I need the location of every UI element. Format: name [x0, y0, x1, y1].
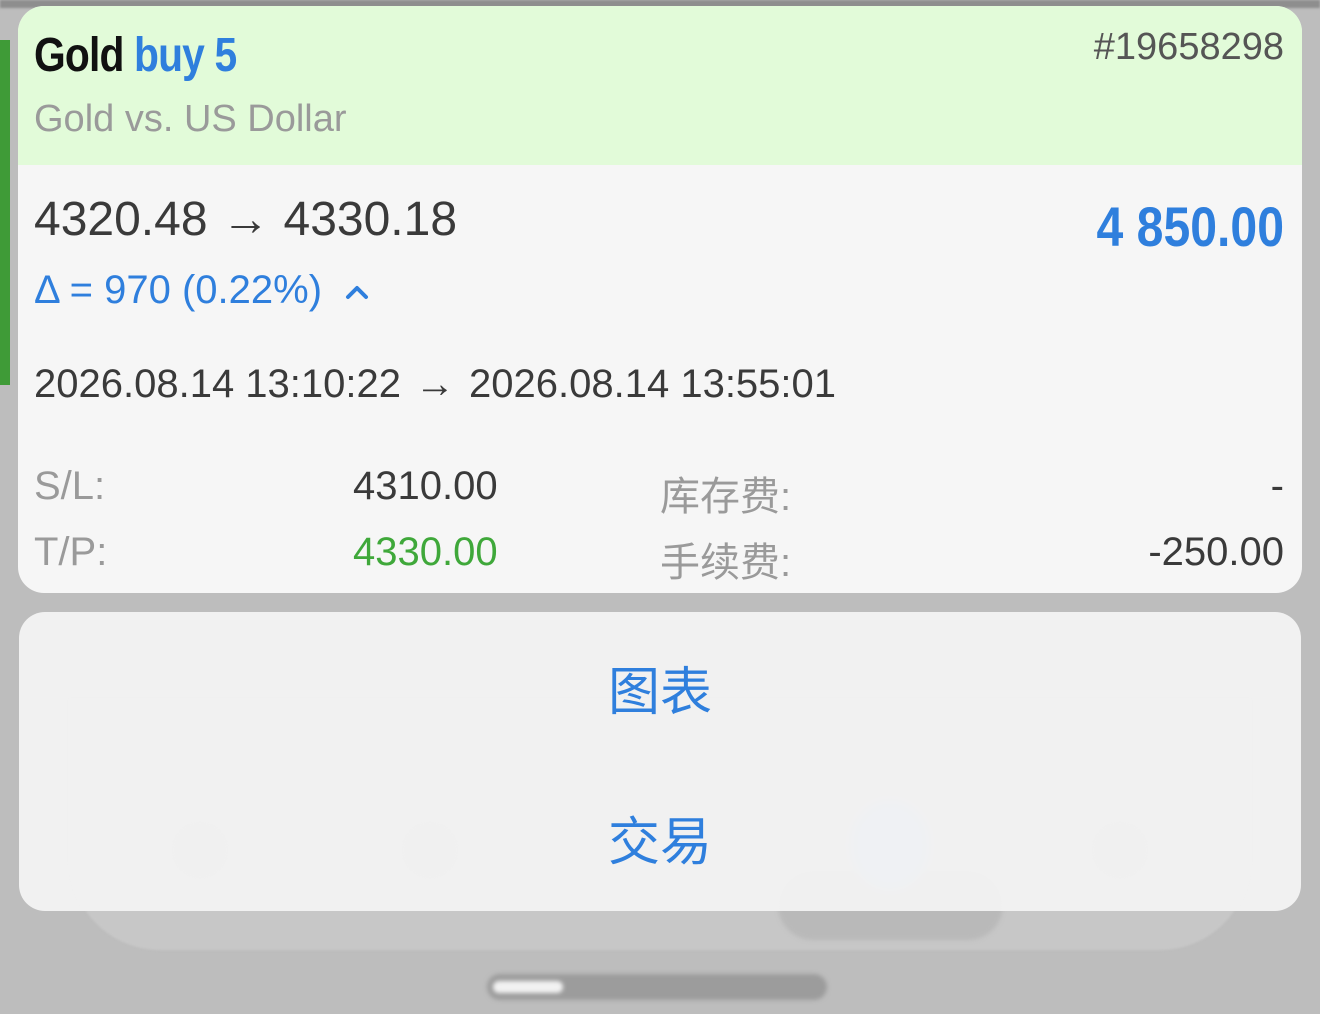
swap-label: 库存费: — [660, 475, 792, 519]
chart-button[interactable]: 图表 — [19, 612, 1301, 762]
background-position-marker — [0, 40, 10, 385]
open-time: 2026.08.14 13:10:22 — [34, 362, 402, 406]
ticket-number: #19658298 — [1093, 26, 1284, 68]
swap-value: - — [1270, 464, 1284, 508]
take-profit-value: 4330.00 — [353, 530, 498, 574]
time-arrow-icon: → — [415, 362, 456, 406]
price-arrow-icon: → — [221, 193, 270, 246]
commission-value: -250.00 — [1148, 530, 1284, 574]
price-delta[interactable]: Δ = 970 (0.22%) — [34, 268, 369, 313]
open-price: 4320.48 — [34, 193, 208, 246]
position-header: Gold buy 5 Gold vs. US Dollar #19658298 — [18, 6, 1302, 165]
delta-text: Δ = 970 (0.22%) — [34, 268, 323, 312]
stop-loss-label: S/L: — [34, 464, 106, 508]
stop-loss-value: 4310.00 — [353, 464, 498, 508]
chevron-up-icon[interactable] — [345, 284, 369, 300]
position-title: Gold buy 5 — [34, 28, 237, 83]
commission-label: 手续费: — [660, 541, 792, 585]
time-range: 2026.08.14 13:10:22 → 2026.08.14 13:55:01 — [34, 362, 836, 407]
close-time: 2026.08.14 13:55:01 — [469, 362, 837, 406]
trade-button[interactable]: 交易 — [19, 762, 1301, 911]
symbol-description: Gold vs. US Dollar — [34, 98, 347, 140]
price-range: 4320.48 → 4330.18 — [34, 192, 457, 247]
home-indicator — [487, 974, 827, 1000]
symbol-name: Gold — [34, 29, 124, 82]
close-price: 4330.18 — [283, 193, 458, 246]
profit-value: 4 850.00 — [1096, 195, 1284, 258]
trade-side-volume: buy 5 — [134, 29, 237, 82]
position-card: Gold buy 5 Gold vs. US Dollar #19658298 … — [18, 6, 1302, 593]
take-profit-label: T/P: — [34, 530, 108, 574]
action-sheet: 图表 交易 — [19, 612, 1301, 911]
